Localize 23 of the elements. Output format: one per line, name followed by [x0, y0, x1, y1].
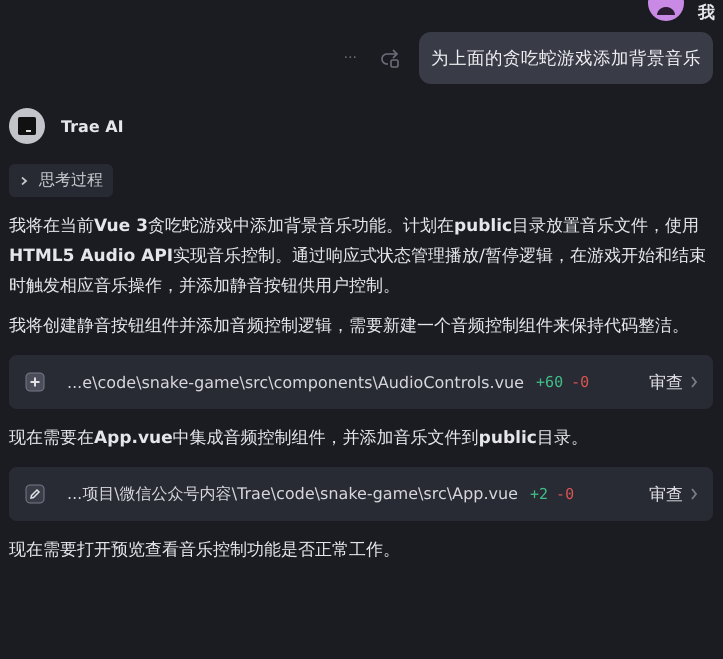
chevron-icon [689, 487, 699, 501]
chevron-icon [19, 176, 29, 186]
pencil-icon [25, 484, 45, 504]
message-paragraph: 我将在当前Vue 3贪吃蛇游戏中添加背景音乐功能。计划在public目录放置音乐文件，使用HTML5 Audio API实现音乐控制。通过响应式状态管理播放/暂停逻辑，在游戏开始和结束时触发相应音乐操作，并添加静音按钮供用户控制。 [9, 215, 707, 298]
reuse-icon[interactable] [379, 47, 401, 69]
review-button[interactable]: 审查 [649, 370, 699, 394]
message-paragraph: 现在需要打开预览查看音乐控制功能是否正常工作。 [9, 539, 401, 562]
review-button[interactable]: 审查 [649, 482, 699, 506]
message-paragraph: 现在需要在App.vue中集成音频控制组件，并添加音乐文件到public目录。 [9, 427, 589, 450]
file-path: ...项目\微信公众号内容\Trae\code\snake-game\src\App.vue [67, 484, 518, 504]
message-paragraph: 我将创建静音按钮组件并添加音频控制逻辑，需要新建一个音频控制组件来保持代码整洁。 [9, 315, 690, 338]
user-message: 为上面的贪吃蛇游戏添加背景音乐 [419, 32, 713, 84]
removed-count: -0 [556, 485, 574, 503]
removed-count: -0 [571, 373, 590, 391]
thinking-toggle[interactable]: 思考过程 [9, 164, 113, 197]
user-name: 我 [698, 3, 715, 23]
file-path: ...e\code\snake-game\src\components\AudioControls.vue [67, 372, 524, 392]
chevron-icon [689, 375, 699, 389]
added-count: +2 [530, 485, 548, 503]
assistant-avatar-icon [9, 108, 45, 144]
added-count: +60 [536, 373, 564, 391]
plus-icon [25, 372, 45, 392]
assistant-name: Trae AI [61, 116, 124, 136]
